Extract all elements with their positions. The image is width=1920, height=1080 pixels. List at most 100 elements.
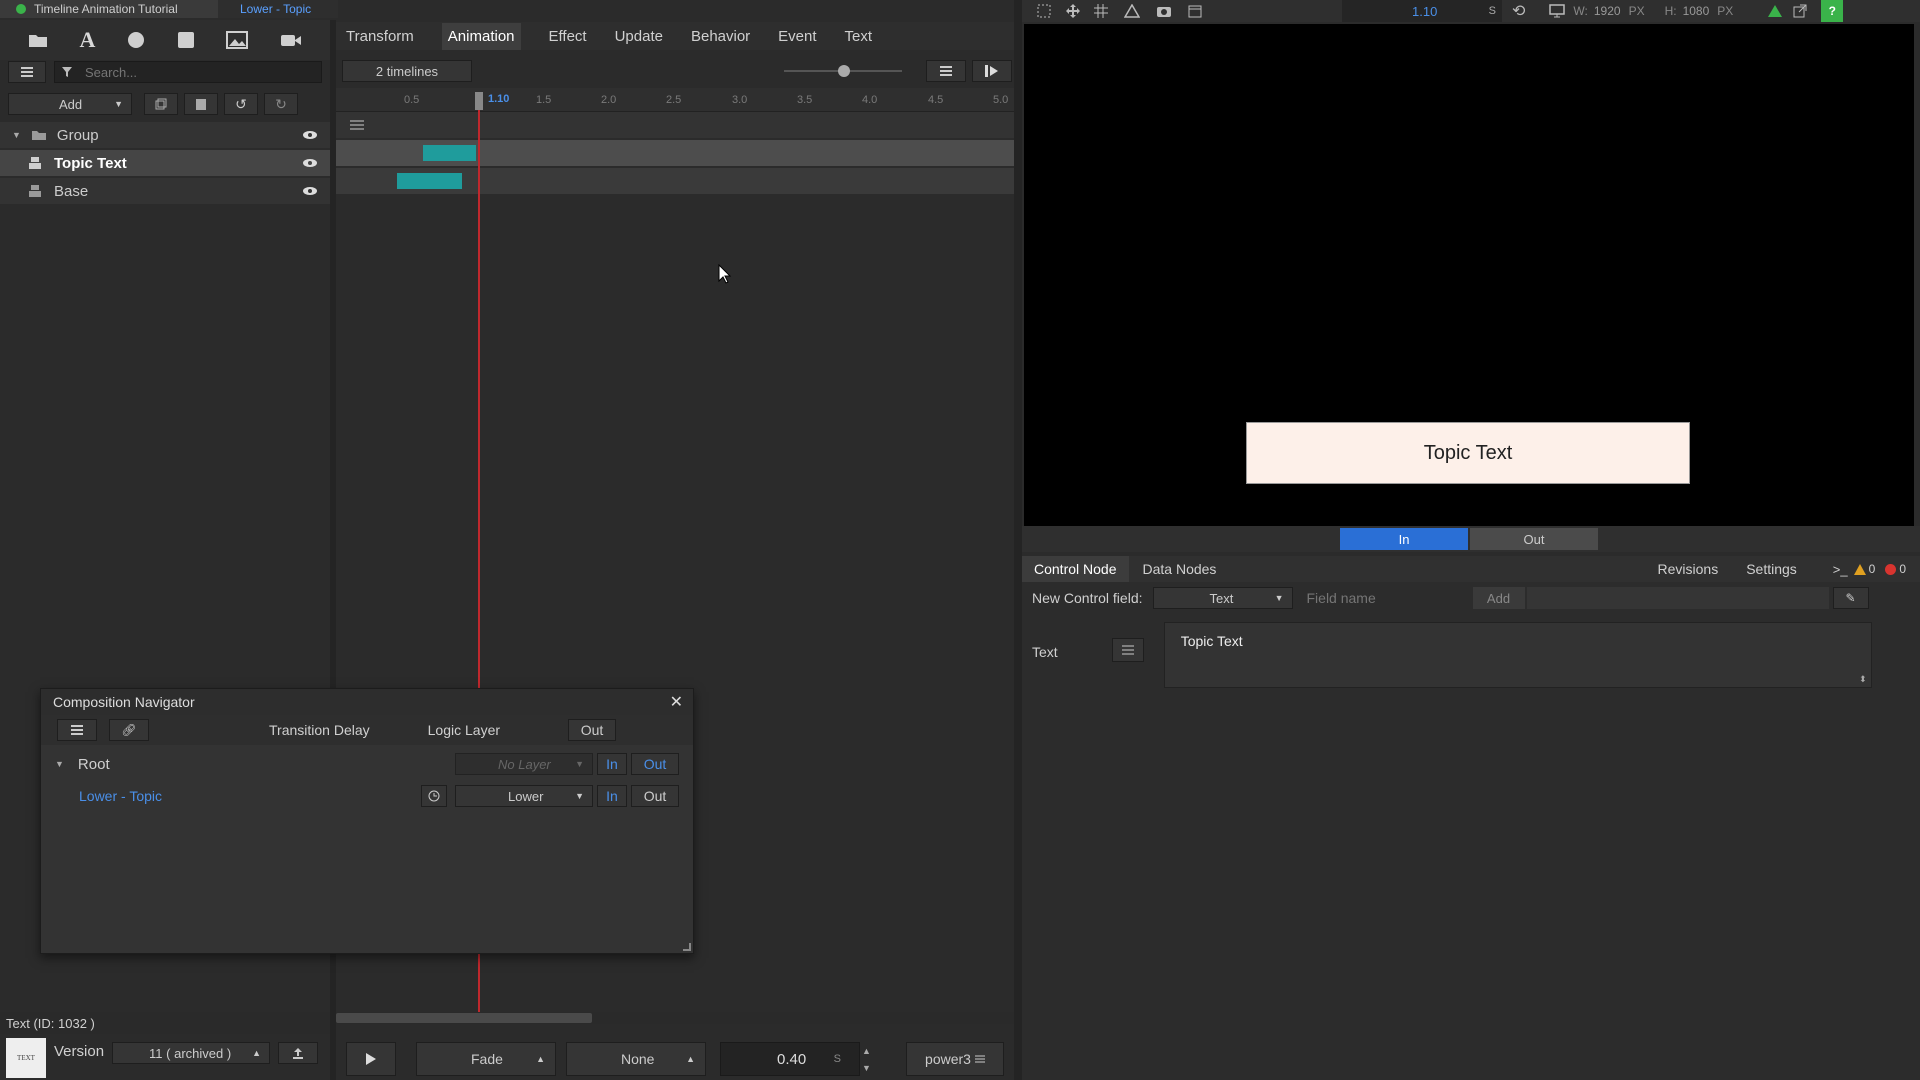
move-tool-icon[interactable] (1066, 4, 1080, 18)
navigator-titlebar[interactable]: Composition Navigator ✕ (41, 689, 693, 715)
navigator-row-lower-topic[interactable]: Lower - Topic Lower ▼ In Out (41, 781, 693, 811)
stepper-down-icon[interactable]: ▼ (862, 1063, 876, 1073)
error-icon[interactable] (1885, 563, 1897, 575)
zoom-slider[interactable] (784, 65, 902, 77)
image-icon[interactable] (226, 31, 249, 49)
grid-icon[interactable] (1094, 4, 1108, 18)
in-effect-select[interactable]: Fade ▲ (416, 1042, 556, 1076)
track-row-topic-text[interactable] (336, 140, 1014, 166)
tab-effect[interactable]: Effect (549, 28, 587, 45)
in-button[interactable]: In (597, 785, 627, 807)
warning-icon[interactable] (1853, 563, 1866, 575)
tab-control-node[interactable]: Control Node (1022, 556, 1129, 582)
text-icon[interactable]: A (80, 27, 96, 53)
text-field-value[interactable]: Topic Text ⬍ (1163, 622, 1872, 688)
layer-row-base[interactable]: Base (0, 178, 330, 204)
timeline-ruler[interactable]: 0.5 1.10 1.5 2.0 2.5 3.0 3.5 4.0 4.5 5.0 (336, 88, 1014, 112)
link-view-button[interactable]: 🔗︎ (109, 719, 149, 741)
search-input[interactable] (85, 64, 315, 80)
track-settings-icon[interactable] (350, 119, 364, 131)
timeline-list-button[interactable] (926, 60, 966, 82)
stepper-up-icon[interactable]: ▲ (862, 1046, 876, 1056)
close-icon[interactable]: ✕ (670, 692, 683, 712)
visibility-eye-icon[interactable] (302, 158, 318, 168)
duration-field[interactable]: 0.40 S (720, 1042, 860, 1076)
tab-behavior[interactable]: Behavior (691, 28, 750, 45)
help-icon[interactable]: ? (1821, 0, 1844, 22)
render-status-icon[interactable] (1767, 4, 1783, 18)
select-tool-icon[interactable] (1036, 3, 1052, 19)
text-field-options-button[interactable] (1111, 638, 1144, 662)
right-divider[interactable] (1014, 0, 1022, 1080)
sync-icon[interactable]: ⟲ (1512, 1, 1525, 21)
undo-button[interactable]: ↺ (224, 93, 258, 115)
version-select[interactable]: 11 ( archived ) ▲ (112, 1042, 271, 1064)
timer-button[interactable] (421, 785, 447, 807)
all-out-button[interactable]: Out (568, 719, 617, 741)
resize-stepper-icon[interactable]: ⬍ (1859, 674, 1867, 685)
timeline-scrollbar[interactable] (336, 1012, 1014, 1024)
zoom-slider-handle[interactable] (838, 65, 850, 77)
easing-select[interactable]: power3 (906, 1042, 1004, 1076)
open-external-icon[interactable] (1793, 4, 1807, 18)
preview-canvas[interactable]: Topic Text (1024, 24, 1914, 526)
visibility-eye-icon[interactable] (302, 186, 318, 196)
timelines-selector[interactable]: 2 timelines (342, 60, 472, 82)
layer-row-topic-text[interactable]: Topic Text (0, 150, 330, 176)
list-view-button[interactable] (57, 719, 97, 741)
preview-out-button[interactable]: Out (1470, 528, 1598, 550)
monitor-icon[interactable] (1549, 4, 1566, 18)
list-menu-button[interactable] (8, 61, 46, 83)
pin-button[interactable]: ✎ (1832, 587, 1869, 609)
paste-button[interactable] (184, 93, 218, 115)
camera-icon[interactable] (1156, 4, 1172, 18)
out-button[interactable]: Out (631, 753, 679, 775)
copy-button[interactable] (144, 93, 178, 115)
tab-update[interactable]: Update (615, 28, 663, 45)
video-icon[interactable] (280, 32, 302, 48)
field-type-select[interactable]: Text ▼ (1152, 587, 1293, 609)
calendar-icon[interactable] (1188, 4, 1202, 18)
expand-arrow-icon[interactable]: ▼ (12, 130, 21, 140)
play-button[interactable] (346, 1042, 396, 1076)
add-field-button[interactable]: Add (1472, 587, 1525, 609)
logic-layer-select[interactable]: No Layer ▼ (455, 753, 593, 775)
tab-event[interactable]: Event (778, 28, 816, 45)
playhead-handle[interactable] (475, 92, 483, 110)
terminal-icon[interactable]: >_ (1833, 562, 1848, 577)
safe-area-icon[interactable] (1124, 4, 1140, 18)
animation-clip[interactable] (423, 145, 476, 161)
duration-stepper[interactable]: ▲ ▼ (862, 1042, 876, 1076)
track-row-base[interactable] (336, 168, 1014, 194)
expand-arrow-icon[interactable]: ▼ (55, 759, 64, 769)
node-name-link[interactable]: Lower - Topic (79, 788, 162, 804)
visibility-eye-icon[interactable] (302, 130, 318, 140)
settings-link[interactable]: Settings (1746, 561, 1797, 577)
out-button[interactable]: Out (631, 785, 679, 807)
resize-grip-icon[interactable] (683, 943, 691, 951)
revisions-link[interactable]: Revisions (1658, 561, 1719, 577)
lower-third-box[interactable]: Topic Text (1246, 422, 1690, 484)
timeline-play-marker-button[interactable] (972, 60, 1012, 82)
breadcrumb-project[interactable]: Timeline Animation Tutorial (0, 0, 218, 18)
logic-layer-select[interactable]: Lower ▼ (455, 785, 593, 807)
circle-icon[interactable] (127, 31, 145, 49)
out-effect-select[interactable]: None ▲ (566, 1042, 706, 1076)
breadcrumb-scene[interactable]: Lower - Topic (218, 0, 338, 18)
add-layer-button[interactable]: Add ▼ (8, 93, 132, 115)
in-button[interactable]: In (597, 753, 627, 775)
filter-icon[interactable] (61, 66, 73, 78)
tab-data-nodes[interactable]: Data Nodes (1131, 556, 1229, 582)
tab-transform[interactable]: Transform (346, 28, 414, 45)
layer-row-group[interactable]: ▼ Group (0, 122, 330, 148)
animation-clip[interactable] (396, 173, 463, 189)
scrollbar-thumb[interactable] (336, 1013, 592, 1023)
field-name-input[interactable] (1298, 587, 1465, 609)
tab-animation[interactable]: Animation (441, 22, 521, 50)
field-search-input[interactable] (1526, 587, 1829, 609)
square-icon[interactable] (177, 31, 195, 49)
folder-icon[interactable] (28, 32, 48, 48)
redo-button[interactable]: ↻ (264, 93, 298, 115)
navigator-row-root[interactable]: ▼ Root No Layer ▼ In Out (41, 749, 693, 779)
tab-text[interactable]: Text (845, 28, 873, 45)
